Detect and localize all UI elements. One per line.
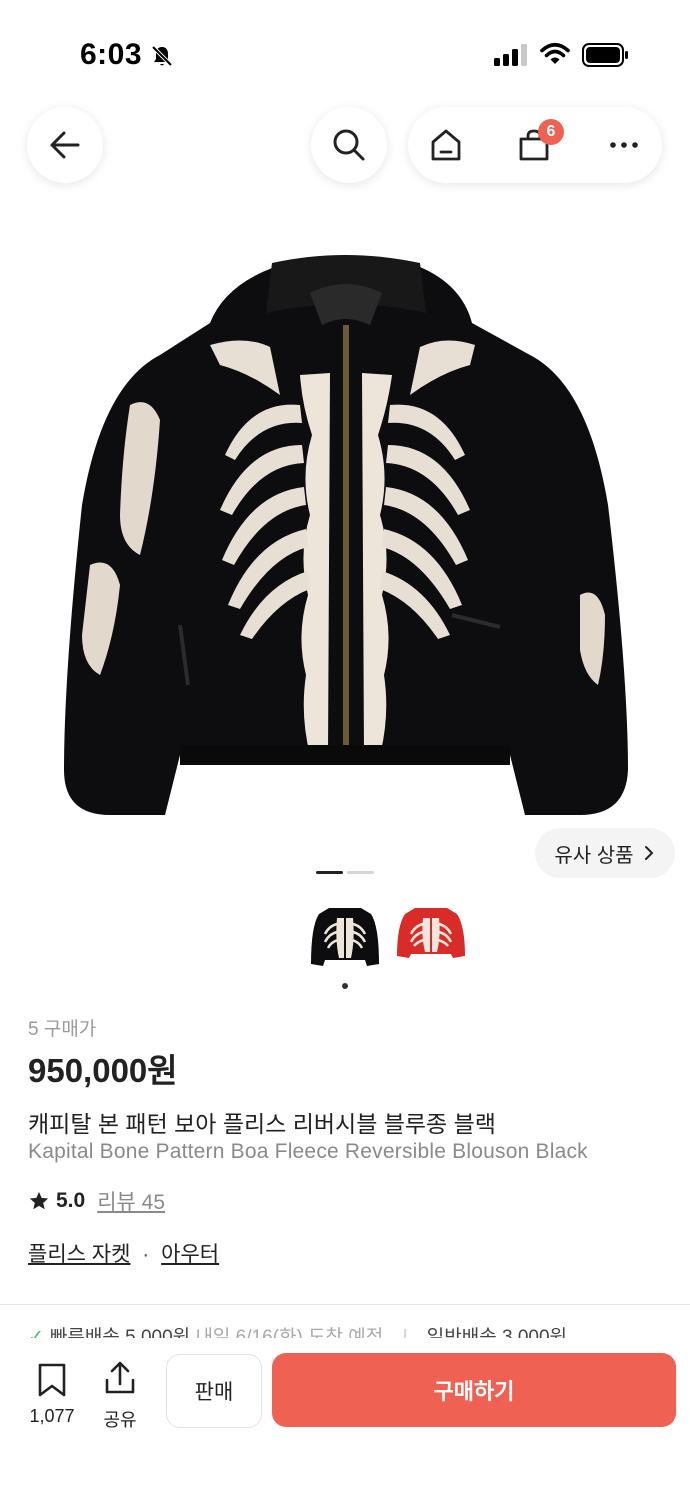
status-time: 6:03 — [80, 38, 143, 71]
bookmark-icon — [38, 1363, 66, 1397]
chevron-right-icon — [644, 846, 653, 860]
similar-products-label: 유사 상품 — [554, 844, 634, 867]
home-button[interactable] — [408, 107, 484, 183]
rating-value: 5.0 — [56, 1189, 86, 1212]
review-link[interactable]: 리뷰 45 — [97, 1186, 165, 1216]
section-divider — [0, 1304, 690, 1305]
share-icon — [105, 1361, 135, 1394]
wishlist-count: 1,077 — [29, 1406, 75, 1426]
home-icon — [431, 129, 461, 161]
search-button[interactable] — [311, 107, 387, 183]
wishlist-button[interactable]: 1,077 — [24, 1362, 80, 1432]
category-link-fleece-jacket[interactable]: 플리스 자켓 — [28, 1243, 130, 1266]
category-separator: · — [142, 1243, 150, 1266]
category-breadcrumb: 플리스 자켓 · 아우터 — [28, 1238, 219, 1268]
bell-off-icon — [151, 45, 173, 67]
sell-button[interactable]: 판매 — [166, 1354, 262, 1428]
more-dots-icon — [610, 142, 638, 148]
product-title-korean: 캐피탈 본 패턴 보아 플리스 리버시블 블루종 블랙 — [28, 1111, 496, 1137]
top-navigation: 6 — [0, 105, 690, 185]
image-page-indicator — [316, 871, 374, 875]
cart-count-badge: 6 — [538, 119, 564, 145]
bottom-action-bar: 1,077 공유 판매 구매하기 — [0, 1338, 690, 1500]
shopping-bag-button[interactable] — [496, 107, 572, 183]
battery-icon — [582, 43, 628, 67]
share-button[interactable]: 공유 — [96, 1360, 144, 1430]
wifi-icon — [540, 42, 570, 64]
indicator-inactive — [347, 871, 374, 874]
thumbnail-red[interactable] — [395, 900, 467, 972]
share-label: 공유 — [103, 1410, 137, 1430]
rating-row: 5.0 리뷰 45 — [28, 1186, 165, 1216]
category-link-outer[interactable]: 아우터 — [161, 1243, 219, 1266]
back-button[interactable] — [27, 107, 103, 183]
cellular-signal-icon — [494, 44, 527, 66]
status-bar: 6:03 — [0, 0, 690, 100]
product-price: 950,000원 — [28, 1052, 178, 1089]
search-icon — [333, 129, 365, 161]
indicator-active — [316, 871, 343, 874]
similar-products-button[interactable]: 유사 상품 — [535, 828, 675, 878]
arrow-left-icon — [50, 131, 80, 159]
thumbnail-selected-dot — [342, 983, 348, 989]
price-label: 5 구매가 — [28, 1019, 97, 1040]
more-options-button[interactable] — [586, 107, 662, 183]
buy-button[interactable]: 구매하기 — [272, 1353, 676, 1427]
product-title-english: Kapital Bone Pattern Boa Fleece Reversib… — [28, 1140, 588, 1163]
nav-action-group: 6 — [408, 107, 662, 183]
thumbnail-black[interactable] — [309, 900, 381, 972]
product-main-image[interactable] — [60, 255, 630, 825]
star-icon — [29, 1191, 49, 1210]
